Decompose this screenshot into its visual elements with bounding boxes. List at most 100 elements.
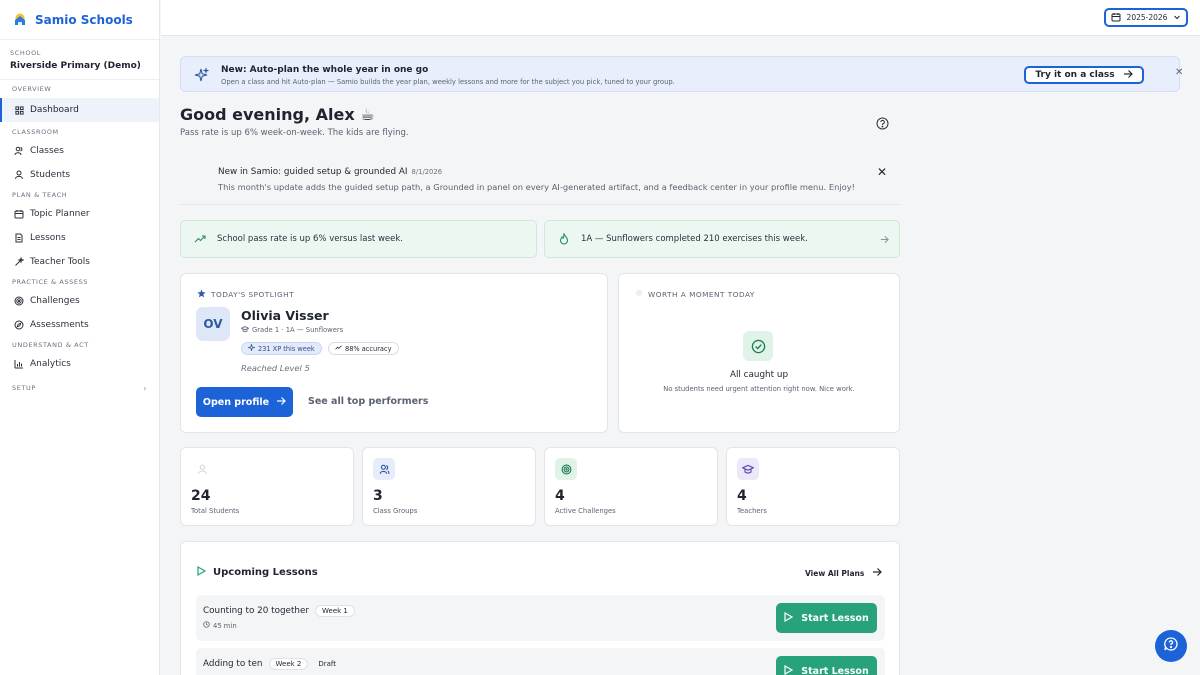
target-icon [14,296,24,306]
sidebar-item-classes[interactable]: Classes [0,139,159,163]
academic-year-value: 2025-2026 [1126,13,1168,22]
sidebar-item-assessments[interactable]: Assessments [0,313,159,337]
metric-label: Total Students [191,507,240,515]
autoplan-banner: New: Auto-plan the whole year in one go … [180,56,1183,92]
nav-section-practice-assess: PRACTICE & ASSESS [12,278,89,286]
lessons-title: Upcoming Lessons [213,567,318,578]
start-lesson-button[interactable]: Start Lesson [776,603,877,633]
avatar: OV [196,307,230,341]
calendar-icon [14,209,24,219]
news-body: This month's update adds the guided setu… [218,182,855,192]
grid-icon [14,105,24,115]
sidebar-item-teacher-tools[interactable]: Teacher Tools [0,250,159,274]
arrow-right-icon [1123,69,1133,82]
nav-section-overview: OVERVIEW [12,85,52,93]
user-icon [191,458,213,480]
document-icon [14,233,24,243]
view-all-plans-link[interactable]: View All Plans [805,567,883,579]
calendar-icon [1111,12,1121,24]
open-profile-button[interactable]: Open profile [196,387,293,417]
nav-section-classroom: CLASSROOM [12,128,59,136]
samio-logo-icon [12,12,28,28]
topbar: 2025-2026 [161,0,1200,36]
metric-card-students[interactable]: 24 Total Students [180,447,354,526]
button-label: Try it on a class [1035,70,1115,80]
lesson-name: Adding to ten [203,659,263,669]
sidebar-item-lessons[interactable]: Lessons [0,226,159,250]
greeting-subtitle: Pass rate is up 6% week-on-week. The kid… [180,128,409,138]
week-badge: Week 1 [315,605,355,617]
trending-up-icon [192,231,208,247]
chevron-down-icon [1173,13,1181,23]
attention-subtitle: No students need urgent attention right … [663,385,855,393]
lesson-row: Counting to 20 together Week 1 45 min St… [196,595,885,641]
week-badge: Week 2 [268,658,309,670]
flame-icon [556,231,572,247]
lesson-name: Counting to 20 together [203,606,310,616]
lesson-title-row: Counting to 20 together Week 1 [203,605,355,617]
lesson-row: Adding to ten Week 2 Draft Start Lesson [196,648,885,675]
duration-text: 45 min [213,621,237,630]
metric-value: 3 [373,488,383,504]
metric-card-class-groups[interactable]: 3 Class Groups [362,447,536,526]
sidebar-item-label: Challenges [30,296,80,306]
chat-support-button[interactable] [1155,630,1187,662]
sidebar-item-label: Dashboard [30,105,79,115]
school-name: Riverside Primary (Demo) [10,61,141,71]
wand-icon [14,257,24,267]
main-content: New: Auto-plan the whole year in one go … [161,37,1200,675]
sidebar-item-challenges[interactable]: Challenges [0,289,159,313]
news-date: 8/1/2026 [411,168,443,176]
sidebar-item-label: Lessons [30,233,66,243]
button-label: Start Lesson [801,612,869,624]
arrow-right-icon [872,567,883,579]
exercises-stat[interactable]: 1A — Sunflowers completed 210 exercises … [544,220,900,258]
see-all-top-performers-link[interactable]: See all top performers [308,396,428,407]
metric-card-challenges[interactable]: 4 Active Challenges [544,447,718,526]
help-icon[interactable] [876,115,889,130]
academic-year-select[interactable]: 2025-2026 [1104,8,1188,27]
sparkles-icon [247,343,256,353]
news-heading: New in Samio: guided setup & grounded AI… [218,167,442,177]
spotlight-caption: TODAY'S SPOTLIGHT [197,289,294,300]
banner-title: New: Auto-plan the whole year in one go [221,65,429,75]
sidebar: Samio Schools SCHOOL Riverside Primary (… [0,0,160,675]
graduation-cap-icon [240,325,250,335]
sidebar-item-dashboard[interactable]: Dashboard [0,98,159,122]
draft-badge: Draft [318,660,337,668]
lesson-title-row: Adding to ten Week 2 Draft [203,658,340,670]
star-icon [197,289,206,300]
sidebar-item-label: Assessments [30,320,89,330]
try-on-class-button[interactable]: Try it on a class [1024,66,1144,84]
close-icon[interactable]: ✕ [877,165,887,179]
level-reached: Reached Level 5 [241,363,310,373]
sidebar-item-students[interactable]: Students [0,163,159,187]
school-caption: SCHOOL [10,49,42,57]
close-icon[interactable]: ✕ [1175,67,1183,78]
attention-caption-text: WORTH A MOMENT TODAY [648,289,755,299]
metric-value: 4 [737,488,747,504]
student-grade-text: Grade 1 · 1A — Sunflowers [252,326,344,334]
exercises-text: 1A — Sunflowers completed 210 exercises … [581,234,808,244]
button-label: Start Lesson [801,665,869,675]
sidebar-item-label: Classes [30,146,64,156]
nav-section-understand-act: UNDERSTAND & ACT [12,341,89,349]
user-icon [14,170,24,180]
sidebar-section-setup[interactable]: SETUP › [0,380,159,396]
brand[interactable]: Samio Schools [0,0,159,40]
sparkles-icon [193,67,210,83]
school-selector[interactable]: SCHOOL Riverside Primary (Demo) [0,40,159,80]
sidebar-item-topic-planner[interactable]: Topic Planner [0,202,159,226]
metric-value: 4 [555,488,565,504]
start-lesson-button[interactable]: Start Lesson [776,656,877,675]
lesson-duration: 45 min [203,621,237,630]
metric-card-teachers[interactable]: 4 Teachers [726,447,900,526]
sidebar-item-analytics[interactable]: Analytics [0,352,159,376]
news-title: New in Samio: guided setup & grounded AI [218,167,408,177]
setup-label: SETUP [12,384,36,392]
play-icon [784,664,794,675]
accuracy-text: 88% accuracy [345,344,392,353]
metric-label: Active Challenges [555,507,616,515]
attention-title: All caught up [729,370,789,380]
student-grade: Grade 1 · 1A — Sunflowers [240,325,344,335]
